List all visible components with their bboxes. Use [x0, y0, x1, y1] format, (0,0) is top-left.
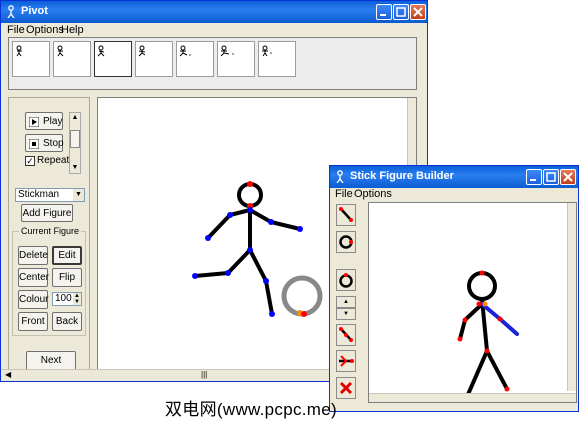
window-title: Pivot: [21, 5, 48, 17]
frame-stickman-icon: [97, 45, 105, 57]
circle-tool-button[interactable]: [336, 231, 356, 253]
scroll-up-arrow[interactable]: ▲: [70, 113, 80, 123]
frame-stickman-icon: [57, 45, 64, 57]
split-segment-button[interactable]: [336, 350, 356, 372]
maximize-icon: [396, 7, 406, 17]
frame-stickman-icon: [16, 45, 22, 57]
frame-thumbnail[interactable]: [12, 41, 50, 77]
frames-timeline: [8, 37, 417, 90]
builder-horizontal-scrollbar[interactable]: [369, 393, 576, 402]
next-frame-button[interactable]: Next Frame: [26, 351, 76, 384]
stop-label: Stop: [43, 138, 64, 149]
scroll-down-icon: ▼: [343, 311, 349, 317]
builder-menu-file[interactable]: File: [335, 188, 353, 200]
hollow-circle-tool-button[interactable]: [336, 269, 356, 291]
edit-button[interactable]: Edit: [52, 246, 82, 265]
duplicate-segment-button[interactable]: [336, 324, 356, 346]
control-panel: Play Stop ▲ ▼ ✓ Repeat Stickman ▼ Add Fi…: [8, 97, 90, 384]
frame-thumbnail[interactable]: [53, 41, 91, 77]
colour-value: 100: [55, 293, 72, 304]
scroll-up-icon: ▲: [343, 299, 349, 305]
hollow-circle-tool-icon: [339, 273, 353, 288]
line-tool-button[interactable]: [336, 204, 356, 226]
menu-options[interactable]: Options: [26, 24, 64, 36]
frame-thumbnail[interactable]: [217, 41, 255, 77]
play-label: Play: [43, 116, 63, 127]
stop-button[interactable]: Stop: [25, 134, 64, 152]
colour-stepper[interactable]: ▲ ▼: [73, 293, 81, 305]
builder-close-button[interactable]: [560, 169, 576, 185]
delete-tool-button[interactable]: [336, 377, 356, 399]
close-icon: [413, 7, 423, 17]
minimize-icon: [530, 179, 536, 181]
maximize-button[interactable]: [393, 4, 409, 20]
figure-type-select[interactable]: Stickman ▼: [15, 188, 85, 202]
scroll-thumb[interactable]: [70, 130, 80, 148]
builder-canvas[interactable]: [368, 202, 577, 403]
builder-window: Stick Figure Builder File Options ▲ ▼: [329, 165, 579, 412]
current-figure-legend: Current Figure: [21, 226, 80, 236]
duplicate-segment-icon: [339, 327, 353, 342]
colour-value-field[interactable]: 100 ▲ ▼: [52, 292, 82, 306]
front-button[interactable]: Front: [18, 312, 48, 331]
minimize-button[interactable]: [376, 4, 392, 20]
chevron-down-icon[interactable]: ▼: [73, 189, 84, 201]
pivot-titlebar[interactable]: Pivot: [1, 1, 427, 23]
scroll-grip-icon[interactable]: |||: [201, 370, 207, 379]
pivot-app-icon: [7, 5, 15, 18]
scroll-down-button[interactable]: ▼: [336, 308, 356, 320]
frame-stickman-icon: [138, 45, 146, 57]
minimize-icon: [380, 14, 386, 16]
builder-app-icon: [336, 170, 344, 183]
scroll-left-arrow[interactable]: ◀: [5, 370, 11, 379]
watermark-text: 双电网(www.pcpc.me): [165, 400, 337, 419]
center-button[interactable]: Center: [18, 268, 49, 287]
scroll-up-button[interactable]: ▲: [336, 296, 356, 308]
figure-type-value: Stickman: [18, 189, 60, 200]
colour-button[interactable]: Colour: [18, 290, 48, 309]
delete-tool-icon: [339, 381, 353, 395]
repeat-checkbox[interactable]: ✓: [25, 156, 35, 166]
play-button[interactable]: Play: [25, 112, 63, 130]
frame-thumbnail[interactable]: [135, 41, 173, 77]
builder-title: Stick Figure Builder: [350, 170, 454, 182]
menu-help[interactable]: Help: [61, 24, 84, 36]
delete-button[interactable]: Delete: [18, 246, 48, 265]
repeat-label: Repeat: [37, 155, 70, 166]
frame-thumbnail-selected[interactable]: [94, 41, 132, 77]
builder-maximize-button[interactable]: [543, 169, 559, 185]
close-icon: [563, 172, 573, 182]
frame-stickman-icon: [179, 45, 191, 57]
menu-file[interactable]: File: [7, 24, 25, 36]
builder-menu-options[interactable]: Options: [354, 188, 392, 200]
builder-stickman-figure[interactable]: [369, 203, 576, 402]
stop-icon: [29, 139, 39, 149]
close-button[interactable]: [410, 4, 426, 20]
maximize-icon: [546, 172, 556, 182]
frame-thumbnail[interactable]: [258, 41, 296, 77]
speed-scrollbar[interactable]: ▲ ▼: [69, 112, 81, 174]
pivot-menubar: File Options Help: [1, 23, 427, 37]
back-button[interactable]: Back: [52, 312, 82, 331]
add-figure-button[interactable]: Add Figure: [21, 204, 73, 222]
split-segment-icon: [339, 355, 354, 367]
line-tool-icon: [339, 207, 353, 222]
frame-stickman-icon: [220, 45, 234, 57]
frame-thumbnail[interactable]: [176, 41, 214, 77]
play-icon: [29, 117, 39, 127]
frame-stickman-icon: [262, 45, 272, 57]
scroll-down-arrow[interactable]: ▼: [70, 163, 80, 173]
builder-menubar: File Options: [330, 187, 578, 201]
flip-button[interactable]: Flip: [52, 268, 82, 287]
builder-titlebar[interactable]: Stick Figure Builder: [330, 166, 578, 188]
builder-minimize-button[interactable]: [526, 169, 542, 185]
circle-tool-icon: [339, 235, 353, 249]
builder-vertical-scrollbar[interactable]: [567, 203, 576, 391]
ball[interactable]: [281, 275, 323, 317]
